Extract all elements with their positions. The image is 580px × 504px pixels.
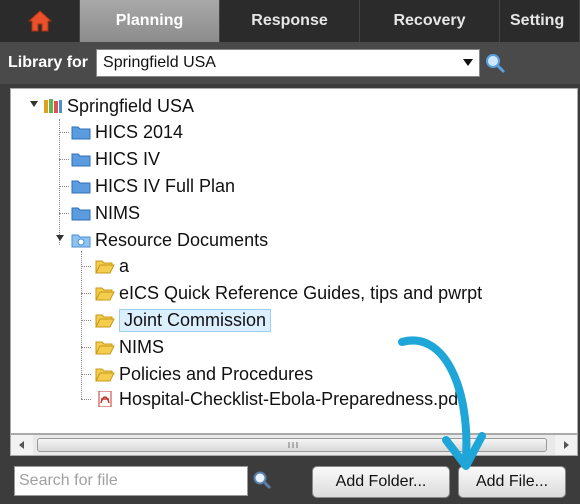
tree-item-label: NIMS <box>119 336 164 357</box>
horizontal-scrollbar[interactable] <box>10 434 578 456</box>
tab-response[interactable]: Response <box>220 0 360 42</box>
tree-item-hics-2014[interactable]: HICS 2014 <box>71 119 183 145</box>
folder-icon <box>71 126 91 140</box>
tree-item-hics-iv[interactable]: HICS IV <box>71 146 160 172</box>
home-button[interactable] <box>0 0 80 42</box>
search-icon[interactable] <box>252 470 272 490</box>
search-icon[interactable] <box>484 52 506 74</box>
scrollbar-thumb[interactable] <box>37 438 547 452</box>
library-bar: Library for Springfield USA <box>0 42 580 84</box>
folder-open-icon <box>95 314 115 328</box>
file-tree[interactable]: Springfield USA HICS 2014 HICS IV HICS I… <box>10 88 578 434</box>
tab-planning[interactable]: Planning <box>80 0 220 42</box>
add-folder-button[interactable]: Add Folder... <box>312 466 450 498</box>
tree-connector <box>59 213 69 214</box>
collapse-icon[interactable] <box>55 233 65 243</box>
tree-connector <box>81 320 91 321</box>
tree-connector <box>59 186 69 187</box>
dropdown-arrow-icon <box>463 59 474 66</box>
scroll-left-button[interactable] <box>11 435 33 455</box>
tree-item-eics-guides[interactable]: eICS Quick Reference Guides, tips and pw… <box>95 280 482 306</box>
tree-item-label: Hospital-Checklist-Ebola-Preparedness.pd… <box>119 388 464 409</box>
pdf-icon <box>98 391 112 407</box>
tree-item-pdf[interactable]: Hospital-Checklist-Ebola-Preparedness.pd… <box>95 386 463 412</box>
tree-connector <box>81 251 82 399</box>
tree-item-label: HICS IV <box>95 148 161 169</box>
resource-folder-icon <box>71 234 91 248</box>
tree-connector <box>81 374 91 375</box>
tree-connector <box>81 266 91 267</box>
tree-item-policies[interactable]: Policies and Procedures <box>95 361 313 387</box>
library-select[interactable]: Springfield USA <box>96 49 481 77</box>
tree-item-a[interactable]: a <box>95 253 129 279</box>
tree-item-joint-commission[interactable]: Joint Commission <box>95 307 272 333</box>
tree-item-label: eICS Quick Reference Guides, tips and pw… <box>119 282 483 303</box>
arrow-right-icon <box>564 441 569 449</box>
top-nav: Planning Response Recovery Setting <box>0 0 580 42</box>
tab-settings[interactable]: Setting <box>500 0 580 42</box>
folder-open-icon <box>95 287 115 301</box>
folder-open-icon <box>95 341 115 355</box>
tree-connector <box>59 132 69 133</box>
folder-icon <box>71 207 91 221</box>
tree-item-nims-sub[interactable]: NIMS <box>95 334 164 360</box>
folder-open-icon <box>95 368 115 382</box>
tree-item-label: Joint Commission <box>119 308 272 332</box>
tree-connector <box>81 293 91 294</box>
tree-item-label: HICS 2014 <box>95 121 184 142</box>
folder-icon <box>71 180 91 194</box>
tree-item-label: a <box>119 255 130 276</box>
scroll-right-button[interactable] <box>555 435 577 455</box>
home-icon <box>27 10 52 32</box>
tree-root[interactable]: Springfield USA <box>43 93 194 119</box>
library-select-value: Springfield USA <box>103 54 216 71</box>
tab-recovery[interactable]: Recovery <box>360 0 500 42</box>
collapse-icon[interactable] <box>29 99 39 109</box>
library-panel: Planning Response Recovery Setting Libra… <box>0 0 580 504</box>
arrow-left-icon <box>19 441 24 449</box>
tree-connector <box>59 119 60 245</box>
tree-connector <box>59 159 69 160</box>
folder-icon <box>71 153 91 167</box>
tree-item-label: HICS IV Full Plan <box>95 175 236 196</box>
grip-icon <box>288 442 298 448</box>
tree-item-hics-iv-full-plan[interactable]: HICS IV Full Plan <box>71 173 235 199</box>
library-label: Library for <box>8 54 89 71</box>
tree-item-nims[interactable]: NIMS <box>71 200 140 226</box>
file-search-input[interactable] <box>14 466 248 496</box>
tree-connector <box>81 399 91 400</box>
tree-root-label: Springfield USA <box>67 95 195 116</box>
library-books-icon <box>44 99 62 113</box>
add-file-button[interactable]: Add File... <box>458 466 566 498</box>
tree-item-label: Resource Documents <box>95 229 269 250</box>
tree-item-label: Policies and Procedures <box>119 363 314 384</box>
tree-connector <box>81 347 91 348</box>
tree-item-resource-documents[interactable]: Resource Documents <box>71 227 268 253</box>
bottom-toolbar: Add Folder... Add File... <box>0 456 580 504</box>
tree-item-label: NIMS <box>95 202 140 223</box>
folder-open-icon <box>95 260 115 274</box>
